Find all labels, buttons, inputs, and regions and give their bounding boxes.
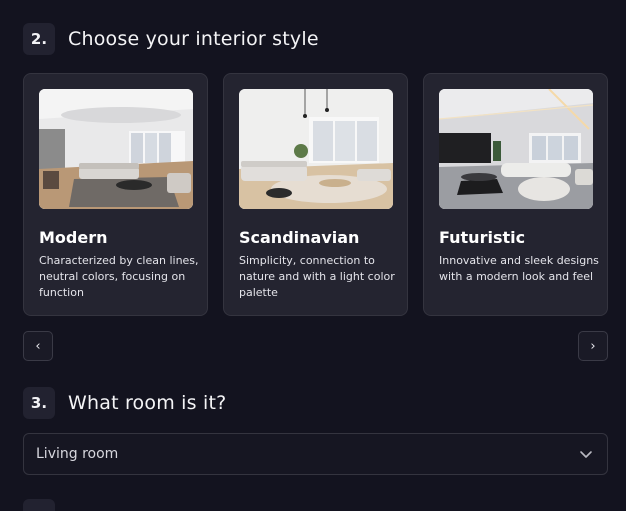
modern-room-image <box>39 89 193 209</box>
room-type-select[interactable]: Living room <box>23 433 608 475</box>
style-description: Characterized by clean lines, neutral co… <box>39 254 199 299</box>
room-type-value: Living room <box>36 446 119 462</box>
style-card-scandinavian[interactable]: Scandinavian Simplicity, connection to n… <box>223 73 408 316</box>
carousel-next-button[interactable]: › <box>578 331 608 361</box>
style-name: Modern <box>39 228 108 247</box>
step-2-header: 2. Choose your interior style <box>23 23 319 55</box>
chevron-left-icon: ‹ <box>35 338 41 354</box>
style-name: Scandinavian <box>239 228 360 247</box>
carousel-prev-button[interactable]: ‹ <box>23 331 53 361</box>
style-card-futuristic[interactable]: Futuristic Innovative and sleek designs … <box>423 73 608 316</box>
style-name: Futuristic <box>439 228 526 247</box>
step-title: What room is it? <box>68 392 227 414</box>
style-description: Innovative and sleek designs with a mode… <box>439 254 599 283</box>
style-card-modern[interactable]: Modern Characterized by clean lines, neu… <box>23 73 208 316</box>
step-number: 2. <box>23 23 55 55</box>
futuristic-room-image <box>439 89 593 209</box>
next-step-number <box>23 499 55 511</box>
chevron-right-icon: › <box>590 338 596 354</box>
step-title: Choose your interior style <box>68 28 319 50</box>
step-number: 3. <box>23 387 55 419</box>
scandinavian-room-image <box>239 89 393 209</box>
chevron-down-icon <box>580 451 592 458</box>
step-3-header: 3. What room is it? <box>23 387 226 419</box>
style-description: Simplicity, connection to nature and wit… <box>239 254 395 299</box>
